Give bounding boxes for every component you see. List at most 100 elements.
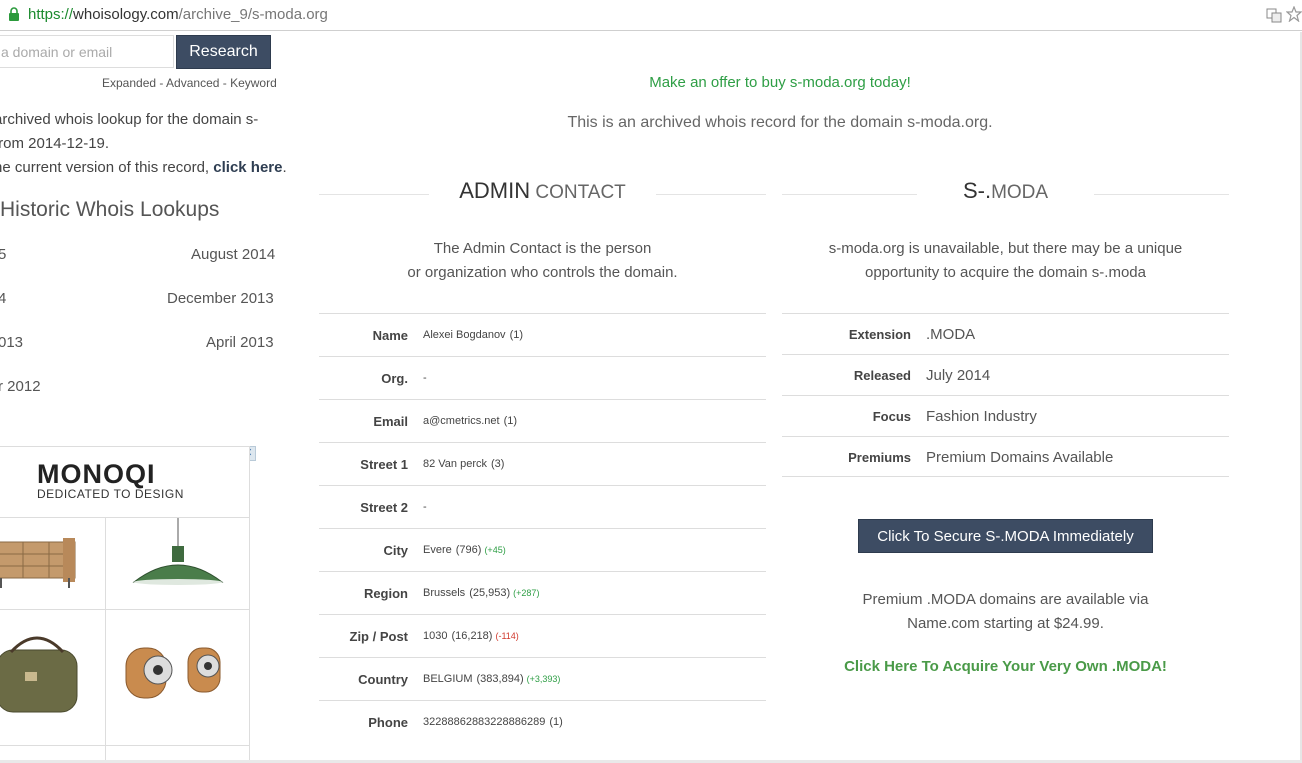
- field-label: Focus: [872, 409, 911, 424]
- field-value: July 2014: [926, 367, 991, 384]
- acquire-domain-link[interactable]: Click Here To Acquire Your Very Own .MOD…: [782, 658, 1229, 675]
- field-label: Name: [372, 328, 408, 343]
- record-count: (16,218): [451, 630, 493, 642]
- field-value: Alexei Bogdanov (1): [423, 329, 523, 341]
- history-link[interactable]: 5: [0, 246, 6, 263]
- advertisement[interactable]: MONOQI DEDICATED TO DESIGN: [0, 446, 250, 763]
- tld-info-row: Premiums Premium Domains Available: [782, 436, 1229, 477]
- field-value-link[interactable]: a@cmetrics.net: [423, 415, 500, 427]
- field-label: City: [383, 543, 408, 558]
- admin-contact-row: Street 1 82 Van perck (3): [319, 442, 766, 485]
- field-label: Phone: [368, 715, 408, 730]
- field-value: Brussels (25,953) (+287): [423, 587, 539, 599]
- count-change: (+45): [484, 545, 506, 555]
- admin-contact-row: Org. -: [319, 356, 766, 399]
- field-value: 82 Van perck (3): [423, 458, 504, 470]
- search-mode-links[interactable]: Expanded - Advanced - Keyword: [102, 76, 277, 90]
- field-label: Street 2: [360, 500, 408, 515]
- make-offer-link[interactable]: Make an offer to buy s-moda.org today!: [520, 74, 1040, 91]
- field-label: Released: [853, 368, 911, 383]
- pendant-lamp-image: [132, 518, 224, 585]
- count-change: (+287): [513, 588, 540, 598]
- field-value-link[interactable]: 82 Van perck: [423, 458, 487, 470]
- field-value: 1030 (16,218) (-114): [423, 630, 519, 642]
- lock-icon: [9, 7, 19, 21]
- ad-product-bag[interactable]: [0, 609, 105, 745]
- admin-contact-heading: ADMIN CONTACT: [459, 178, 626, 203]
- archived-notice: This is an archived whois record for the…: [567, 114, 993, 131]
- field-value: a@cmetrics.net (1): [423, 415, 517, 427]
- wooden-speakers-image: [125, 647, 221, 699]
- address-bar[interactable]: https://whoisology.com/archive_9/s-moda.…: [0, 0, 1302, 31]
- history-title: Historic Whois Lookups: [0, 198, 220, 221]
- record-count: (1): [509, 329, 524, 341]
- field-value: Premium Domains Available: [926, 449, 1114, 466]
- drawer-cabinet-image: [0, 538, 76, 588]
- admin-contact-table: Name Alexei Bogdanov (1) Org. - Email a@cmetri…: [319, 313, 766, 743]
- archive-intro: archived whois lookup for the domain s- …: [0, 111, 287, 176]
- tld-info-row: Focus Fashion Industry: [782, 395, 1229, 436]
- translate-icon[interactable]: [1266, 7, 1282, 23]
- admin-contact-row: Region Brussels (25,953) (+287): [319, 571, 766, 614]
- admin-contact-row: Street 2 -: [319, 485, 766, 528]
- field-value-link: -: [423, 501, 427, 513]
- record-count: (383,894): [476, 673, 524, 685]
- divider: [656, 194, 766, 195]
- bookmark-star-icon[interactable]: [1286, 6, 1302, 22]
- divider: [1094, 194, 1229, 195]
- record-count: (1): [503, 415, 518, 427]
- admin-contact-row: Email a@cmetrics.net (1): [319, 399, 766, 442]
- record-count: (1): [549, 716, 563, 728]
- page-content: a domain or email Research Expanded - Ad…: [0, 32, 1302, 763]
- field-value-link[interactable]: Brussels: [423, 587, 465, 599]
- record-count: (796): [455, 544, 482, 556]
- url-text[interactable]: https://whoisology.com/archive_9/s-moda.…: [28, 6, 328, 23]
- field-label: Country: [358, 672, 408, 687]
- count-change: (-114): [495, 631, 519, 641]
- field-value: Fashion Industry: [926, 408, 1037, 425]
- field-value: -: [423, 372, 427, 384]
- secure-domain-button[interactable]: Click To Secure S-.MODA Immediately: [858, 519, 1153, 553]
- duffel-bag-image: [0, 636, 78, 713]
- admin-contact-row: City Evere (796) (+45): [319, 528, 766, 571]
- field-value: .MODA: [926, 326, 976, 343]
- history-link[interactable]: December 2013: [167, 290, 274, 307]
- history-link[interactable]: 013: [0, 334, 23, 351]
- field-value: -: [423, 501, 427, 513]
- field-label: Zip / Post: [349, 629, 409, 644]
- field-value-link[interactable]: BELGIUM: [423, 673, 473, 685]
- field-label: Street 1: [360, 457, 408, 472]
- ad-logo: MONOQI: [37, 459, 156, 489]
- admin-contact-row: Country BELGIUM (383,894) (+3,393): [319, 657, 766, 700]
- field-value-link: -: [423, 372, 427, 384]
- tld-description: s-moda.org is unavailable, but there may…: [828, 240, 1183, 281]
- field-value: Evere (796) (+45): [423, 544, 506, 556]
- history-link[interactable]: April 2013: [206, 334, 274, 351]
- count-change: (+3,393): [526, 674, 561, 684]
- current-version-link[interactable]: click here: [213, 159, 282, 176]
- field-value-link[interactable]: Evere: [423, 544, 452, 556]
- admin-contact-row: Phone 32288862883228886289 (1): [319, 700, 766, 743]
- field-value: 32288862883228886289 (1): [423, 716, 563, 728]
- research-button[interactable]: Research: [176, 35, 271, 69]
- field-value-link[interactable]: 32288862883228886289: [423, 716, 545, 728]
- history-link[interactable]: 4: [0, 290, 6, 307]
- tld-heading: S-.MODA: [962, 178, 1049, 203]
- field-label: Extension: [848, 327, 911, 342]
- field-label: Email: [373, 414, 408, 429]
- record-count: (25,953): [469, 587, 511, 599]
- admin-contact-description: The Admin Contact is the person or organ…: [407, 240, 678, 281]
- ad-product-speakers[interactable]: [105, 609, 249, 745]
- record-count: (3): [491, 458, 505, 470]
- ad-product-lamp[interactable]: [105, 517, 249, 609]
- history-link[interactable]: August 2014: [191, 246, 275, 263]
- field-label: Region: [363, 586, 408, 601]
- tld-info-row: Extension .MODA: [782, 313, 1229, 354]
- field-value-link[interactable]: 1030: [423, 630, 447, 642]
- field-value-link[interactable]: Alexei Bogdanov: [423, 329, 506, 341]
- ad-tagline: DEDICATED TO DESIGN: [37, 487, 184, 501]
- search-input[interactable]: a domain or email: [0, 35, 174, 68]
- history-link[interactable]: r 2012: [0, 378, 41, 395]
- tld-info-table: Extension .MODA Released July 2014 Focus Fash…: [782, 313, 1229, 477]
- ad-product-drawers[interactable]: [0, 517, 105, 609]
